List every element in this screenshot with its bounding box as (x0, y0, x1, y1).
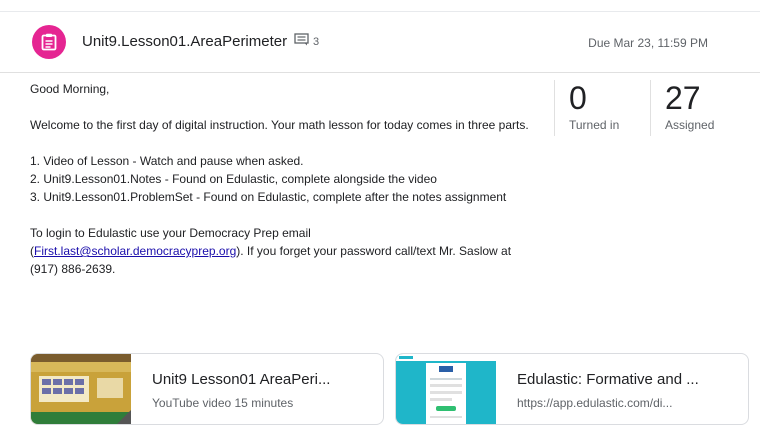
assigned-label: Assigned (665, 118, 715, 132)
assigned-count: 27 (665, 80, 701, 116)
video-thumbnail (31, 354, 131, 424)
turned-in-stat[interactable]: 0 Turned in (554, 80, 650, 136)
attachment-title: Unit9 Lesson01 AreaPeri... (152, 371, 331, 388)
email-link[interactable]: First.last@scholar.democracyprep.org (34, 244, 236, 258)
turned-in-count: 0 (569, 80, 587, 116)
step-2: 2. Unit9.Lesson01.Notes - Found on Edula… (30, 172, 437, 186)
assignment-header: Unit9.Lesson01.AreaPerimeter 3 Due Mar 2… (0, 12, 760, 73)
youtube-attachment-card[interactable]: Unit9 Lesson01 AreaPeri... YouTube video… (30, 353, 384, 425)
assignment-title[interactable]: Unit9.Lesson01.AreaPerimeter (82, 33, 287, 50)
comment-icon (294, 33, 309, 51)
instructions: Good Morning, Welcome to the first day o… (30, 80, 530, 278)
top-strip (0, 0, 760, 12)
attachment-subtitle: https://app.edulastic.com/di... (517, 396, 673, 410)
assignment-icon (32, 25, 66, 59)
login-text: To login to Edulastic use your Democracy… (30, 226, 512, 276)
turned-in-label: Turned in (569, 118, 620, 132)
link-thumbnail (396, 354, 496, 424)
step-3: 3. Unit9.Lesson01.ProblemSet - Found on … (30, 190, 507, 204)
comment-count: 3 (313, 36, 320, 48)
attachment-title: Edulastic: Formative and ... (517, 371, 699, 388)
attachment-subtitle: YouTube video 15 minutes (152, 396, 294, 410)
assigned-stat[interactable]: 27 Assigned (650, 80, 746, 136)
link-attachment-card[interactable]: Edulastic: Formative and ... https://app… (395, 353, 749, 425)
due-date: Due Mar 23, 11:59 PM (588, 36, 708, 50)
intro-text: Welcome to the first day of digital inst… (30, 118, 529, 132)
step-1: 1. Video of Lesson - Watch and pause whe… (30, 154, 304, 168)
submission-stats: 0 Turned in 27 Assigned (554, 80, 746, 136)
class-comments[interactable]: 3 (294, 33, 319, 51)
greeting: Good Morning, (30, 82, 110, 96)
